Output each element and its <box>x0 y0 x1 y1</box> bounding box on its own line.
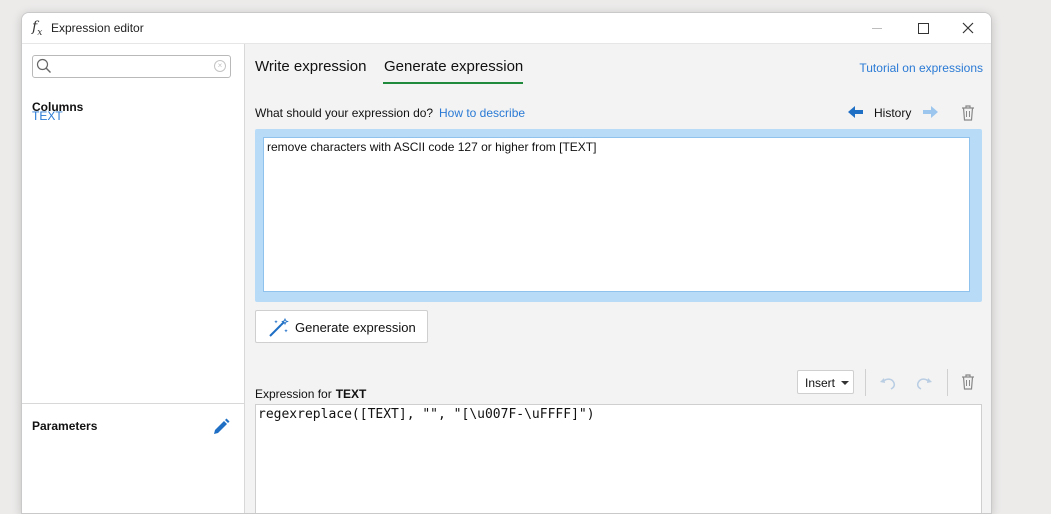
redo-icon[interactable] <box>915 376 933 390</box>
insert-dropdown[interactable]: Insert <box>797 370 854 394</box>
edit-parameters-icon[interactable] <box>210 416 232 438</box>
expression-code-editor[interactable]: regexreplace([TEXT], "", "[\u007F-\uFFFF… <box>255 404 982 513</box>
expression-editor-window: fx Expression editor × Columns TEXT Para… <box>21 12 992 514</box>
insert-label: Insert <box>805 376 836 390</box>
maximize-button[interactable] <box>900 13 946 43</box>
how-to-describe-link[interactable]: How to describe <box>439 106 525 120</box>
undo-icon[interactable] <box>879 376 897 390</box>
close-icon <box>962 22 974 34</box>
sidebar-divider <box>22 403 244 404</box>
chevron-down-icon <box>841 381 849 385</box>
history-label: History <box>874 106 912 120</box>
tab-generate-expression[interactable]: Generate expression <box>384 58 523 75</box>
main-panel: Write expression Generate expression Tut… <box>245 44 991 513</box>
window-title: Expression editor <box>51 21 144 35</box>
tab-write-expression[interactable]: Write expression <box>255 58 366 75</box>
sidebar: × Columns TEXT Parameters <box>22 44 245 513</box>
magic-wand-icon <box>269 318 289 337</box>
fx-icon: fx <box>32 19 43 38</box>
minimize-button[interactable] <box>854 13 900 43</box>
tutorial-link[interactable]: Tutorial on expressions <box>859 61 983 75</box>
minimize-icon <box>872 27 882 29</box>
prompt-textarea[interactable]: remove characters with ASCII code 127 or… <box>263 137 970 292</box>
prompt-label: What should your expression do? <box>255 106 434 120</box>
maximize-icon <box>917 22 929 34</box>
active-tab-indicator <box>383 82 523 84</box>
generate-button-label: Generate expression <box>295 320 416 335</box>
close-button[interactable] <box>945 13 991 43</box>
expression-label: Expression for TEXT <box>255 387 366 401</box>
title-bar: fx Expression editor <box>22 13 991 44</box>
generate-expression-button[interactable]: Generate expression <box>255 310 428 343</box>
prompt-highlight-frame: remove characters with ASCII code 127 or… <box>255 129 982 302</box>
history-back-icon[interactable] <box>847 104 865 120</box>
clear-search-icon[interactable]: × <box>214 60 226 72</box>
expression-column-name: TEXT <box>335 387 367 401</box>
clear-expression-trash-icon[interactable] <box>960 373 976 391</box>
search-input[interactable]: × <box>32 55 231 78</box>
history-forward-icon[interactable] <box>921 104 939 120</box>
toolbar-divider <box>947 369 948 396</box>
expression-label-text: Expression for <box>255 387 332 401</box>
clear-prompt-trash-icon[interactable] <box>960 104 976 122</box>
parameters-heading: Parameters <box>32 419 98 433</box>
column-item-text[interactable]: TEXT <box>32 109 63 123</box>
toolbar-divider <box>865 369 866 396</box>
search-icon <box>36 58 51 73</box>
